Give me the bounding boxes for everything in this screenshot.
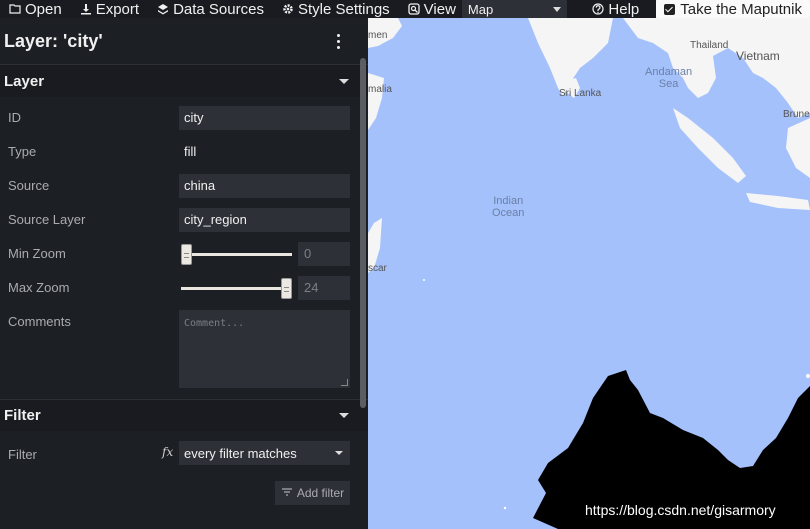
layer-section-header[interactable]: Layer xyxy=(0,65,368,97)
source-layer-row: Source Layer city_region xyxy=(0,203,368,237)
map-label-sri-lanka: Sri Lanka xyxy=(559,88,602,99)
map-view[interactable]: men Thailand Vietnam malia Andaman Sea S… xyxy=(368,18,810,529)
style-settings-label: Style Settings xyxy=(297,0,390,18)
min-zoom-slider-handle[interactable] xyxy=(181,244,192,265)
filter-icon xyxy=(281,488,292,496)
min-zoom-label: Min Zoom xyxy=(8,246,66,261)
island-dot-2 xyxy=(503,506,507,510)
map-label-thailand: Thailand xyxy=(690,40,729,51)
land-somalia xyxy=(368,73,384,130)
source-input[interactable]: china xyxy=(179,174,350,198)
add-filter-row: Add filter xyxy=(0,471,368,511)
style-settings-button[interactable]: Style Settings xyxy=(273,0,399,18)
island-dot-1 xyxy=(423,279,425,281)
view-select-value: Map xyxy=(467,1,494,17)
filter-combinator-select[interactable]: every filter matches xyxy=(179,441,350,465)
help-button[interactable]: Help xyxy=(583,0,648,18)
download-icon xyxy=(80,4,91,15)
help-label: Help xyxy=(608,0,640,18)
comments-textarea[interactable]: Comment... xyxy=(179,310,350,388)
filter-select-value: every filter matches xyxy=(184,445,297,461)
max-zoom-row: Max Zoom 24 xyxy=(0,271,368,305)
export-label: Export xyxy=(95,0,140,18)
function-icon[interactable]: fx xyxy=(162,445,173,459)
source-layer-input[interactable]: city_region xyxy=(179,208,350,232)
layer-editor-panel: Layer: 'city' Layer ID city Type fill So… xyxy=(0,18,368,529)
view-button: View xyxy=(399,0,460,18)
land-borneo xyxy=(786,118,810,178)
export-button[interactable]: Export xyxy=(71,0,148,18)
source-layer-label: Source Layer xyxy=(8,212,86,227)
min-zoom-input[interactable]: 0 xyxy=(298,242,350,266)
add-filter-button[interactable]: Add filter xyxy=(275,481,350,505)
comments-row: Comments Comment... xyxy=(0,305,368,393)
view-select[interactable]: Map xyxy=(461,0,568,19)
comments-placeholder: Comment... xyxy=(184,318,245,329)
min-zoom-slider[interactable] xyxy=(181,253,292,256)
layer-title: Layer: 'city' xyxy=(4,30,103,51)
panel-header: Layer: 'city' xyxy=(0,18,368,65)
take-tour-label: Take the Maputnik xyxy=(680,0,802,18)
map-label-somalia: malia xyxy=(368,84,392,95)
open-button[interactable]: Open xyxy=(0,0,71,18)
max-zoom-input[interactable]: 24 xyxy=(298,276,350,300)
max-zoom-slider[interactable] xyxy=(181,287,292,290)
view-icon xyxy=(408,3,420,15)
filter-section-header[interactable]: Filter xyxy=(0,399,368,431)
chevron-down-icon xyxy=(339,78,349,84)
id-row: ID city xyxy=(0,101,368,135)
open-icon xyxy=(9,4,21,14)
id-input[interactable]: city xyxy=(179,106,350,130)
gear-icon xyxy=(283,4,293,14)
island-dot-3 xyxy=(806,374,810,378)
max-zoom-slider-handle[interactable] xyxy=(281,278,292,299)
id-label: ID xyxy=(8,110,21,125)
type-value: fill xyxy=(184,144,197,159)
chevron-down-icon xyxy=(335,451,343,455)
filter-label: Filter xyxy=(8,447,37,462)
chevron-down-icon xyxy=(553,6,562,12)
map-label-vietnam: Vietnam xyxy=(736,49,780,63)
layer-section-title: Layer xyxy=(4,72,45,90)
filter-section-title: Filter xyxy=(4,407,41,424)
map-label-brunei: Brunei xyxy=(783,109,810,120)
comments-label: Comments xyxy=(8,314,71,329)
land-java xyxy=(746,193,810,210)
open-label: Open xyxy=(25,0,62,18)
max-zoom-label: Max Zoom xyxy=(8,280,70,295)
top-toolbar: Open Export Data Sources Style Settings … xyxy=(0,0,810,19)
data-sources-button[interactable]: Data Sources xyxy=(148,0,273,18)
min-zoom-row: Min Zoom 0 xyxy=(0,237,368,271)
source-label: Source xyxy=(8,178,50,193)
take-tour-button[interactable]: Take the Maputnik xyxy=(656,0,810,19)
type-label: Type xyxy=(8,144,37,159)
checkbox-icon xyxy=(664,3,676,15)
map-label-madagascar: scar xyxy=(368,263,387,274)
more-options-icon[interactable] xyxy=(328,31,348,51)
resize-handle-icon[interactable] xyxy=(341,379,348,386)
help-icon xyxy=(592,3,604,15)
map-label-indian-ocean: Indian Ocean xyxy=(492,195,525,219)
land-sumatra xyxy=(673,108,746,183)
chevron-down-icon xyxy=(339,413,349,418)
data-sources-label: Data Sources xyxy=(173,0,264,18)
layers-icon xyxy=(158,4,169,15)
view-label: View xyxy=(423,0,456,18)
type-row: Type fill xyxy=(0,135,368,169)
map-label-andaman-sea: Andaman Sea xyxy=(645,66,693,90)
map-label-yemen: men xyxy=(368,30,388,41)
source-row: Source china xyxy=(0,169,368,203)
panel-scrollbar[interactable] xyxy=(360,58,366,408)
watermark: https://blog.csdn.net/gisarmory xyxy=(585,502,776,518)
filter-row: Filter fx every filter matches xyxy=(0,437,368,471)
add-filter-label: Add filter xyxy=(296,486,345,500)
